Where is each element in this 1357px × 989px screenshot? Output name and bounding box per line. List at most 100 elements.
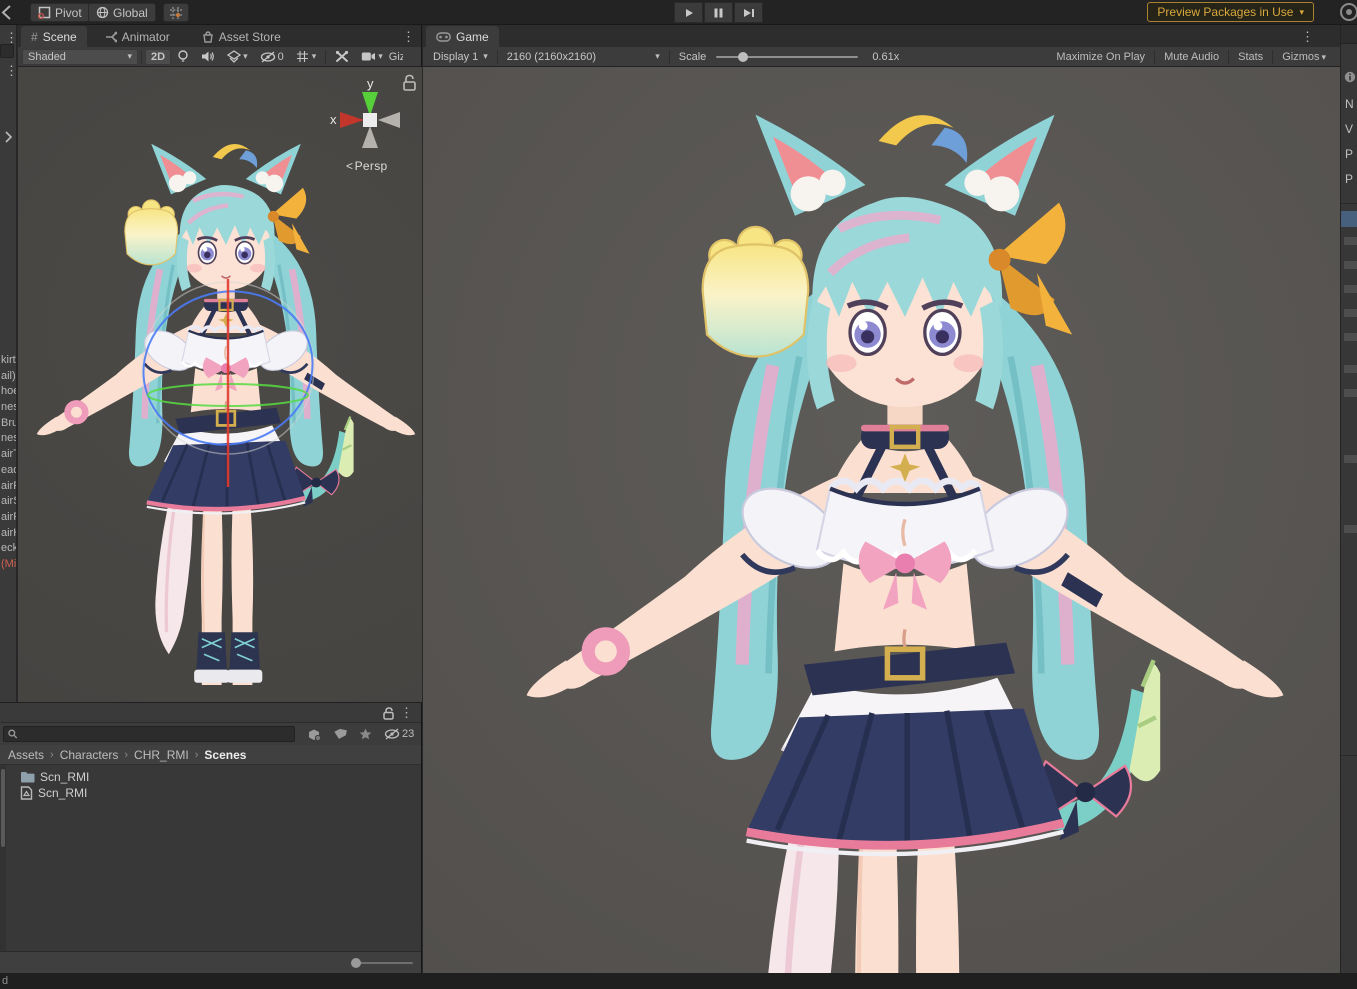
lock-open-icon[interactable] — [383, 707, 395, 720]
resolution-dropdown[interactable]: 2160 (2160x2160) ▾ — [501, 49, 666, 65]
global-toggle-button[interactable]: Global — [88, 3, 156, 22]
hierarchy-item[interactable]: nes — [1, 400, 17, 416]
mute-audio-button[interactable]: Mute Audio — [1158, 48, 1225, 66]
favorites-button[interactable] — [353, 725, 378, 743]
selected-row-edge — [1341, 211, 1357, 227]
shading-mode-dropdown[interactable]: Shaded ▾ — [22, 49, 138, 65]
hierarchy-item[interactable]: eck — [1, 541, 17, 557]
hierarchy-item[interactable]: airS — [1, 494, 17, 510]
vertical-scrollbar[interactable] — [1, 769, 5, 847]
scene-panel-menu-icon[interactable]: ⋮ — [402, 30, 415, 43]
gizmos-dropdown[interactable]: Gizmos ▾ — [1276, 48, 1332, 66]
2d-toggle-button[interactable]: 2D — [145, 49, 171, 65]
tab-animator[interactable]: Animator — [95, 26, 180, 47]
thumbnail-size-slider[interactable] — [351, 962, 413, 964]
scene-visibility-button[interactable]: 0 — [254, 49, 290, 65]
thumbnail-size-slider-knob[interactable] — [351, 958, 361, 968]
scene-camera-dropdown[interactable]: ▾ — [355, 49, 389, 65]
grid-snap-icon — [169, 6, 183, 20]
project-panel-menu-icon[interactable]: ⋮ — [400, 706, 413, 719]
tab-asset-store[interactable]: Asset Store — [192, 26, 291, 47]
search-input[interactable] — [22, 728, 290, 740]
scene-viewport[interactable]: y x < Persp — [18, 67, 422, 702]
scale-label: Scale — [679, 51, 707, 63]
more-menu-icon[interactable]: ⋮ — [5, 64, 17, 77]
expander-chevron-icon[interactable] — [4, 131, 12, 143]
breadcrumb-separator-icon: › — [124, 749, 128, 761]
unity-editor-window: Pivot Global — [0, 0, 1357, 989]
game-character-model — [509, 97, 1301, 973]
search-field[interactable] — [3, 726, 295, 742]
scene-grid-dropdown[interactable]: ▾ — [290, 49, 323, 65]
tab-game[interactable]: Game — [426, 26, 499, 47]
more-menu-icon[interactable]: ⋮ — [5, 31, 17, 44]
scene-audio-button[interactable] — [195, 49, 221, 65]
hierarchy-item[interactable]: airF — [1, 479, 17, 495]
hierarchy-item[interactable]: hoe — [1, 384, 17, 400]
mute-label: Mute Audio — [1164, 51, 1219, 63]
breadcrumb-item[interactable]: Characters — [60, 748, 119, 762]
maximize-label: Maximize On Play — [1056, 51, 1145, 63]
stats-button[interactable]: Stats — [1232, 48, 1269, 66]
game-tab-label: Game — [456, 30, 489, 44]
list-item-scene[interactable]: Scn_RMI — [20, 785, 87, 801]
preview-packages-dropdown[interactable]: Preview Packages in Use ▾ — [1147, 2, 1314, 22]
account-icon[interactable] — [1337, 2, 1357, 23]
play-button[interactable] — [674, 2, 703, 23]
2d-label: 2D — [151, 51, 165, 63]
move-tool-icon[interactable] — [0, 4, 12, 21]
axis-x-label: x — [330, 112, 337, 127]
hierarchy-collapsed-strip[interactable]: ⋮ ⋮ kirt) ail) hoe nes Brus nes airT ead… — [0, 25, 17, 702]
scene-gizmos-dropdown-clipped[interactable]: Gizmos — [389, 51, 403, 63]
inspector-collapsed-strip[interactable]: N V P P — [1340, 25, 1357, 989]
breadcrumb-item[interactable]: Assets — [8, 748, 44, 762]
truncated-inspector-text: N — [1345, 97, 1354, 111]
scale-slider[interactable] — [716, 56, 858, 58]
persp-label: Persp — [355, 159, 388, 173]
game-panel: Game ⋮ Display 1 ▾ 2160 (2160x2160) ▾ Sc… — [423, 25, 1340, 973]
scene-orientation-gizmo[interactable]: y x — [328, 72, 420, 157]
hierarchy-item[interactable]: kirt) — [1, 353, 17, 369]
hidden-count: 0 — [278, 51, 284, 63]
maximize-on-play-button[interactable]: Maximize On Play — [1050, 48, 1151, 66]
step-button[interactable] — [734, 2, 763, 23]
scene-effects-dropdown[interactable]: ▾ — [221, 49, 254, 65]
game-panel-menu-icon[interactable]: ⋮ — [1301, 30, 1314, 43]
hierarchy-item[interactable]: airT — [1, 447, 17, 463]
hierarchy-item[interactable]: Brus — [1, 416, 17, 432]
hierarchy-item[interactable]: airH — [1, 526, 17, 542]
breadcrumb-item[interactable]: CHR_RMI — [134, 748, 189, 762]
global-label: Global — [113, 6, 148, 20]
scale-slider-knob[interactable] — [738, 52, 748, 62]
project-left-gutter — [0, 765, 6, 951]
hierarchy-item[interactable]: nes — [1, 431, 17, 447]
game-viewport[interactable] — [423, 67, 1340, 973]
pivot-toggle-button[interactable]: Pivot — [30, 3, 90, 22]
animator-icon — [105, 31, 117, 43]
list-item-folder[interactable]: Scn_RMI — [20, 769, 89, 785]
axis-z-cone — [378, 112, 400, 128]
scene-character-model[interactable] — [28, 135, 422, 685]
breadcrumb-item-current[interactable]: Scenes — [204, 748, 246, 762]
scene-lighting-button[interactable] — [171, 49, 195, 65]
chevron-down-icon: ▾ — [378, 51, 383, 62]
display-dropdown[interactable]: Display 1 ▾ — [427, 49, 494, 65]
search-by-type-button[interactable] — [301, 725, 327, 743]
project-hidden-count: 23 — [402, 728, 414, 740]
pivot-icon — [38, 6, 51, 19]
perspective-toggle[interactable]: < Persp — [346, 159, 387, 173]
hierarchy-item[interactable]: ead — [1, 463, 17, 479]
inspector-tab-edge — [1341, 25, 1357, 44]
lock-open-icon[interactable] — [404, 76, 415, 91]
hierarchy-item-missing[interactable]: (Mi — [1, 557, 17, 573]
hidden-items-button[interactable]: 23 — [378, 725, 420, 743]
eye-slash-icon — [384, 728, 400, 740]
hierarchy-item[interactable]: ail) — [1, 369, 17, 385]
tab-scene[interactable]: # Scene — [21, 26, 87, 47]
pause-button[interactable] — [704, 2, 733, 23]
grid-snap-button[interactable] — [163, 3, 189, 22]
search-by-label-button[interactable] — [327, 725, 353, 743]
hierarchy-item[interactable]: airR — [1, 510, 17, 526]
scale-value: 0.61x — [872, 51, 899, 63]
scene-tools-button[interactable] — [329, 49, 355, 65]
